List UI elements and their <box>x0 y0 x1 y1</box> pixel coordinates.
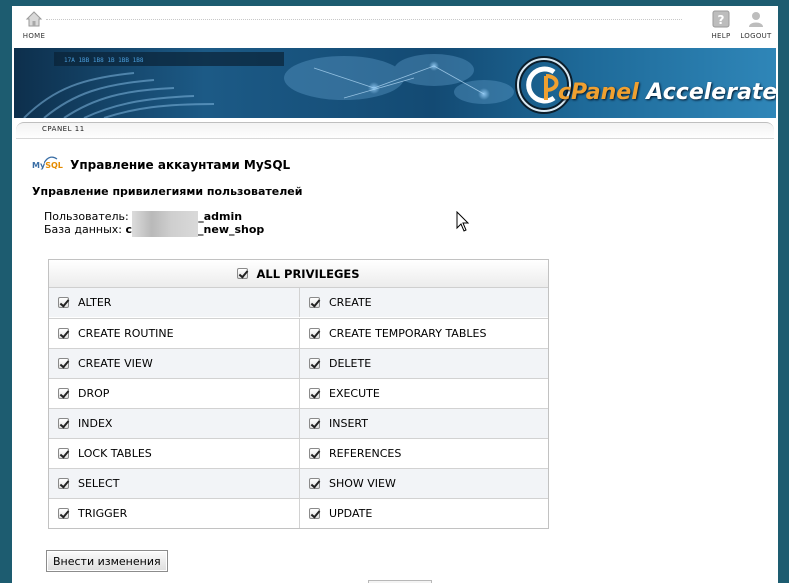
top-navigation-bar: HOME ? HELP LOGOUT <box>12 6 778 48</box>
submit-changes-button[interactable]: Внести изменения <box>46 550 168 572</box>
privilege-row: CREATE ROUTINE CREATE TEMPORARY TABLES <box>49 318 548 348</box>
privilege-checkbox[interactable] <box>58 508 69 519</box>
privilege-label: UPDATE <box>329 507 373 520</box>
redacted-username <box>132 210 199 224</box>
privilege-checkbox[interactable] <box>58 297 69 308</box>
privilege-cell: SHOW VIEW <box>299 469 548 498</box>
mysql-logo-icon: MySQL <box>32 156 63 174</box>
privilege-checkbox[interactable] <box>309 448 320 459</box>
svg-text:?: ? <box>718 13 725 27</box>
mouse-cursor-icon <box>456 211 470 232</box>
privilege-checkbox[interactable] <box>309 297 320 308</box>
privilege-checkbox[interactable] <box>58 448 69 459</box>
privileges-table: ALL PRIVILEGES ALTER CREATE CREATE ROUTINE… <box>48 259 549 529</box>
version-bar-divider <box>16 138 774 139</box>
redacted-database <box>132 223 199 237</box>
svg-text:17A 1BB 1B8 1B 1BB 1B8: 17A 1BB 1B8 1B 1BB 1B8 <box>64 57 144 64</box>
privilege-row: INDEX INSERT <box>49 408 548 438</box>
all-privileges-label: ALL PRIVILEGES <box>256 267 360 281</box>
cpanel-banner: 17A 1BB 1B8 1B 1BB 1B8 cPanel Accelerate <box>14 48 776 118</box>
page-title: Управление аккаунтами MySQL <box>70 157 291 172</box>
privileges-grid: ALTER CREATE CREATE ROUTINE CREATE TEMPORAR… <box>49 288 548 528</box>
help-button[interactable]: ? HELP <box>703 10 739 40</box>
privilege-checkbox[interactable] <box>309 418 320 429</box>
section-title: Управление привилегиями пользователей <box>32 185 303 198</box>
brand-wordmark: cPanel Accelerated2 <box>558 80 776 105</box>
privilege-cell: CREATE ROUTINE <box>49 319 299 348</box>
privilege-cell: UPDATE <box>299 499 548 528</box>
all-privileges-checkbox[interactable] <box>237 268 249 279</box>
home-icon <box>25 11 43 27</box>
privilege-label: LOCK TABLES <box>78 447 152 460</box>
privilege-checkbox[interactable] <box>58 418 69 429</box>
privilege-label: CREATE VIEW <box>78 357 153 370</box>
privilege-checkbox[interactable] <box>309 328 320 339</box>
top-divider <box>46 19 682 20</box>
database-label: База данных: <box>44 223 123 236</box>
privilege-cell: CREATE VIEW <box>49 349 299 378</box>
privilege-checkbox[interactable] <box>309 508 320 519</box>
privilege-row: DROP EXECUTE <box>49 378 548 408</box>
privilege-label: TRIGGER <box>78 507 128 520</box>
database-info: База данных: c _new_shop <box>44 223 264 237</box>
user-logout-icon <box>749 12 763 27</box>
logout-button[interactable]: LOGOUT <box>738 10 774 40</box>
privilege-row: SELECT SHOW VIEW <box>49 468 548 498</box>
cpanel-frame: HOME ? HELP LOGOUT 17A 1BB 1B8 1B 1BB 1B… <box>12 6 778 583</box>
privilege-label: DELETE <box>329 357 372 370</box>
privilege-cell: REFERENCES <box>299 439 548 468</box>
privilege-checkbox[interactable] <box>58 388 69 399</box>
privilege-label: DROP <box>78 387 110 400</box>
privilege-label: INDEX <box>78 417 113 430</box>
privilege-checkbox[interactable] <box>58 358 69 369</box>
privilege-cell: LOCK TABLES <box>49 439 299 468</box>
privilege-label: CREATE ROUTINE <box>78 327 174 340</box>
privilege-cell: CREATE TEMPORARY TABLES <box>299 319 548 348</box>
privilege-checkbox[interactable] <box>58 328 69 339</box>
privilege-row: ALTER CREATE <box>49 288 548 318</box>
db-value-suffix: _new_shop <box>198 223 265 236</box>
privilege-cell: ALTER <box>49 288 299 317</box>
privilege-label: EXECUTE <box>329 387 380 400</box>
privilege-label: SELECT <box>78 477 120 490</box>
home-label: HOME <box>22 32 46 40</box>
user-info: Пользователь: _admin <box>44 210 242 224</box>
help-icon: ? <box>712 10 730 28</box>
privilege-checkbox[interactable] <box>309 478 320 489</box>
privilege-row: CREATE VIEW DELETE <box>49 348 548 378</box>
privilege-label: INSERT <box>329 417 368 430</box>
privilege-label: ALTER <box>78 296 112 309</box>
privilege-label: CREATE <box>329 296 372 309</box>
privilege-checkbox[interactable] <box>58 478 69 489</box>
privilege-row: LOCK TABLES REFERENCES <box>49 438 548 468</box>
privilege-cell: CREATE <box>299 288 548 317</box>
privilege-cell: EXECUTE <box>299 379 548 408</box>
cpanel-accelerated-logo: cPanel Accelerated2 <box>514 54 776 116</box>
privilege-cell: INSERT <box>299 409 548 438</box>
privilege-cell: INDEX <box>49 409 299 438</box>
privilege-row: TRIGGER UPDATE <box>49 498 548 528</box>
privilege-checkbox[interactable] <box>309 388 320 399</box>
all-privileges-header: ALL PRIVILEGES <box>49 260 548 288</box>
privilege-cell: SELECT <box>49 469 299 498</box>
version-label: CPANEL 11 <box>42 125 85 133</box>
privilege-cell: DROP <box>49 379 299 408</box>
user-label: Пользователь: <box>44 210 129 223</box>
privilege-cell: TRIGGER <box>49 499 299 528</box>
logout-label: LOGOUT <box>740 32 772 40</box>
help-label: HELP <box>711 32 731 40</box>
privilege-checkbox[interactable] <box>309 358 320 369</box>
privilege-label: REFERENCES <box>329 447 402 460</box>
home-button[interactable]: HOME <box>16 10 52 40</box>
privilege-label: CREATE TEMPORARY TABLES <box>329 327 487 340</box>
page-header: MySQL Управление аккаунтами MySQL <box>32 154 290 174</box>
user-value-suffix: _admin <box>198 210 243 223</box>
privilege-label: SHOW VIEW <box>329 477 396 490</box>
privilege-cell: DELETE <box>299 349 548 378</box>
